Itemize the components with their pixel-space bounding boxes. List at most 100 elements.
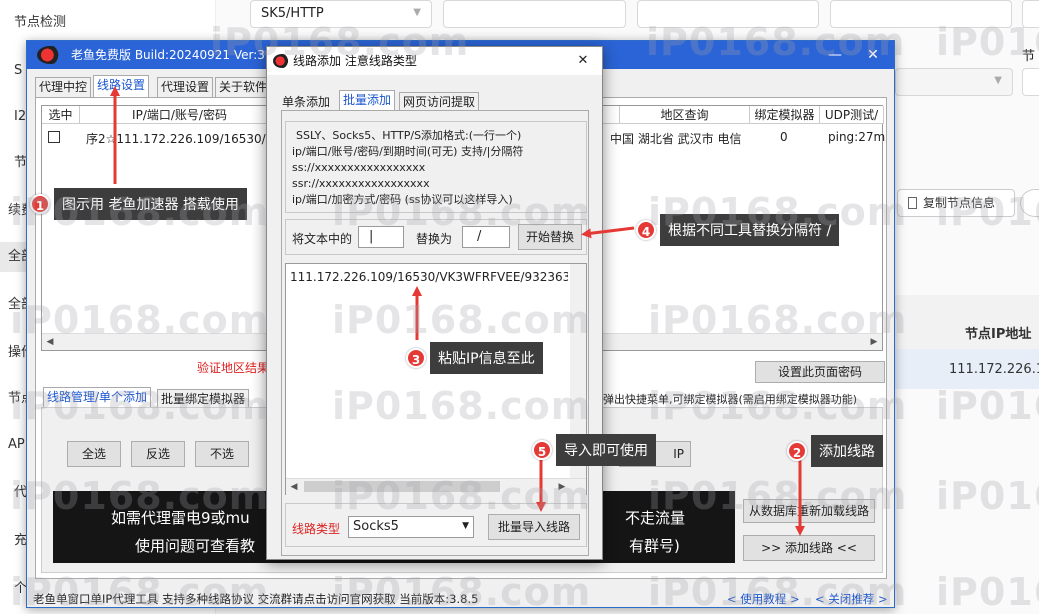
row-bind: 0 bbox=[780, 130, 788, 144]
add-line-button[interactable]: >> 添加线路 << bbox=[743, 535, 875, 561]
bg-select[interactable]: ▼ bbox=[895, 68, 1013, 96]
callout-text: 导入即可使用 bbox=[556, 434, 656, 466]
line-type-value: Socks5 bbox=[353, 519, 399, 534]
tab-batch-add[interactable]: 批量添加 bbox=[339, 90, 396, 111]
close-icon[interactable]: ✕ bbox=[568, 47, 598, 75]
bg-protocol-select[interactable]: SK5/HTTP ▼ bbox=[250, 0, 432, 28]
callout-1: 1 图示用 老鱼加速器 搭载使用 bbox=[30, 188, 247, 220]
bg-protocol-value: SK5/HTTP bbox=[261, 6, 324, 21]
replace-to-input[interactable]: / bbox=[462, 226, 510, 248]
column-header[interactable]: 选中 bbox=[42, 106, 80, 124]
row-udp: ping:27m bbox=[828, 130, 886, 144]
tab-proxy-settings[interactable]: 代理设置 bbox=[157, 77, 214, 97]
line-type-label: 线路类型 bbox=[292, 522, 341, 536]
batch-input-text: 111.172.226.109/16530/VK3WFRFVEE/9323632… bbox=[290, 270, 568, 284]
column-header[interactable]: 绑定模拟器 bbox=[750, 106, 820, 124]
bg-input[interactable] bbox=[637, 0, 819, 28]
callout-number: 2 bbox=[787, 441, 807, 461]
replace-to-label: 替换为 bbox=[416, 232, 453, 246]
callout-3: 3 粘贴IP信息至此 bbox=[406, 342, 543, 374]
dialog-titlebar: 线路添加 注意线路类型 ✕ bbox=[267, 47, 602, 75]
tab-line-settings[interactable]: 线路设置 bbox=[93, 75, 150, 97]
bg-cell: 111.172.226.10 bbox=[949, 362, 1039, 377]
copy-node-label: 复制节点信息 bbox=[923, 196, 996, 210]
chevron-down-icon: ▼ bbox=[994, 75, 1002, 86]
replace-label: 将文本中的 bbox=[292, 232, 353, 246]
bg-table-row[interactable]: 111.172.226.10 bbox=[895, 349, 1039, 389]
reload-lines-button[interactable]: 从数据库重新加载线路 bbox=[743, 499, 875, 523]
format-line: SSLY、Socks5、HTTP/S添加格式:(一行一个) bbox=[296, 129, 522, 142]
callout-number: 4 bbox=[636, 220, 656, 240]
bg-table-header: 节点IP地址 bbox=[895, 295, 1039, 349]
tab-web-extract[interactable]: 网页访问提取 bbox=[399, 92, 480, 112]
tutorial-link[interactable]: < 使用教程 > bbox=[727, 591, 800, 607]
tab-proxy-control[interactable]: 代理中控 bbox=[35, 77, 92, 97]
line-type-select[interactable]: Socks5 ▼ bbox=[348, 516, 474, 538]
bg-input[interactable] bbox=[1022, 68, 1039, 96]
fish-logo-icon bbox=[273, 54, 291, 68]
select-all-button[interactable]: 全选 bbox=[67, 441, 121, 467]
row-ip: 序2☆111.172.226.109/16530/... bbox=[86, 132, 278, 146]
callout-number: 3 bbox=[406, 348, 426, 368]
horizontal-scrollbar[interactable]: ◀ ▶ bbox=[286, 478, 586, 495]
scroll-left-icon[interactable]: ◀ bbox=[42, 337, 58, 347]
format-line: ssr://xxxxxxxxxxxxxxxxx bbox=[292, 177, 430, 190]
hint-text: 弹出快捷菜单,可绑定模拟器(需启用绑定模拟器功能) bbox=[603, 393, 858, 406]
chevron-down-icon: ▼ bbox=[413, 7, 421, 18]
format-line: ip/端口/加密方式/密码 (ss协议可以这样导入) bbox=[292, 193, 513, 206]
verify-region-text: 验证地区结果 bbox=[197, 361, 270, 375]
start-replace-button[interactable]: 开始替换 bbox=[518, 224, 582, 250]
bg-input[interactable] bbox=[830, 0, 1012, 28]
banner-line2: 使用问题可查看教 bbox=[135, 537, 256, 555]
bg-input[interactable] bbox=[443, 0, 626, 28]
banner-line1: 如需代理雷电9或mu bbox=[111, 509, 250, 527]
fish-logo-icon bbox=[37, 46, 63, 64]
set-password-button[interactable]: 设置此页面密码 bbox=[755, 361, 885, 383]
invert-selection-button[interactable]: 反选 bbox=[131, 441, 185, 467]
callout-2: 2 添加线路 bbox=[787, 435, 883, 467]
banner-line1-right: 不走流量 bbox=[625, 509, 686, 527]
callout-number: 5 bbox=[532, 440, 552, 460]
close-icon[interactable]: ✕ bbox=[858, 41, 888, 69]
copy-node-button[interactable]: 复制节点信息 bbox=[897, 189, 1015, 217]
column-header[interactable]: UDP测试/ bbox=[820, 106, 884, 124]
replace-from-input[interactable]: | bbox=[358, 226, 404, 248]
main-tabs: 代理中控 线路设置 代理设置 关于软件 bbox=[35, 75, 275, 99]
main-window-title: 老鱼免费版 Build:20240921 Ver:3.8.5 bbox=[71, 48, 288, 62]
close-recommend-link[interactable]: < 关闭推荐 > bbox=[815, 591, 888, 607]
callout-4: 4 根据不同工具替换分隔符 / bbox=[636, 214, 840, 246]
replace-group: 将文本中的 | 替换为 / 开始替换 bbox=[285, 219, 587, 255]
scroll-left-icon[interactable]: ◀ bbox=[286, 482, 302, 492]
callout-text: 根据不同工具替换分隔符 / bbox=[660, 214, 840, 246]
scroll-thumb[interactable] bbox=[304, 481, 500, 492]
bg-sidebar-item[interactable]: 节点检测 bbox=[0, 8, 90, 38]
scroll-right-icon[interactable]: ▶ bbox=[866, 337, 882, 347]
batch-import-button[interactable]: 批量导入线路 bbox=[488, 514, 580, 540]
callout-text: 粘贴IP信息至此 bbox=[430, 342, 543, 374]
format-line: ip/端口/账号/密码/到期时间(可无) 支持/|分隔符 bbox=[292, 145, 524, 158]
chevron-down-icon: ▼ bbox=[462, 521, 469, 531]
scroll-right-icon[interactable]: ▶ bbox=[554, 482, 570, 492]
dialog-title: 线路添加 注意线路类型 bbox=[293, 54, 417, 68]
callout-text: 添加线路 bbox=[811, 435, 883, 467]
tab-line-management[interactable]: 线路管理/单个添加 bbox=[43, 387, 152, 407]
tab-batch-bind[interactable]: 批量绑定模拟器 bbox=[157, 389, 250, 409]
add-line-dialog: 线路添加 注意线路类型 ✕ 单条添加 批量添加 网页访问提取 SSLY、Sock… bbox=[266, 46, 603, 560]
row-region: 中国 湖北省 武汉市 电信 bbox=[610, 132, 742, 146]
row-checkbox[interactable] bbox=[48, 131, 60, 143]
format-help: SSLY、Socks5、HTTP/S添加格式:(一行一个) ip/端口/账号/密… bbox=[285, 121, 587, 213]
import-group: 线路类型 Socks5 ▼ 批量导入线路 bbox=[285, 503, 587, 547]
document-icon bbox=[908, 197, 917, 209]
tab-about[interactable]: 关于软件 bbox=[215, 77, 272, 97]
callout-text: 图示用 老鱼加速器 搭载使用 bbox=[54, 188, 247, 220]
bg-label: 节 bbox=[1022, 49, 1036, 64]
column-header[interactable]: 地区查询 bbox=[620, 106, 750, 124]
column-header[interactable]: IP/端口/账号/密码 bbox=[80, 106, 280, 124]
minimize-icon[interactable]: — bbox=[820, 41, 850, 69]
banner-line2-right: 有群号) bbox=[629, 537, 680, 555]
callout-number: 1 bbox=[30, 194, 50, 214]
bg-round-button[interactable] bbox=[1020, 189, 1039, 217]
bg-input[interactable] bbox=[1022, 0, 1039, 28]
status-text: 老鱼单窗口单IP代理工具 支持多种线路协议 交流群请点击访问官网获取 当前版本:… bbox=[33, 592, 479, 606]
deselect-button[interactable]: 不选 bbox=[195, 441, 249, 467]
